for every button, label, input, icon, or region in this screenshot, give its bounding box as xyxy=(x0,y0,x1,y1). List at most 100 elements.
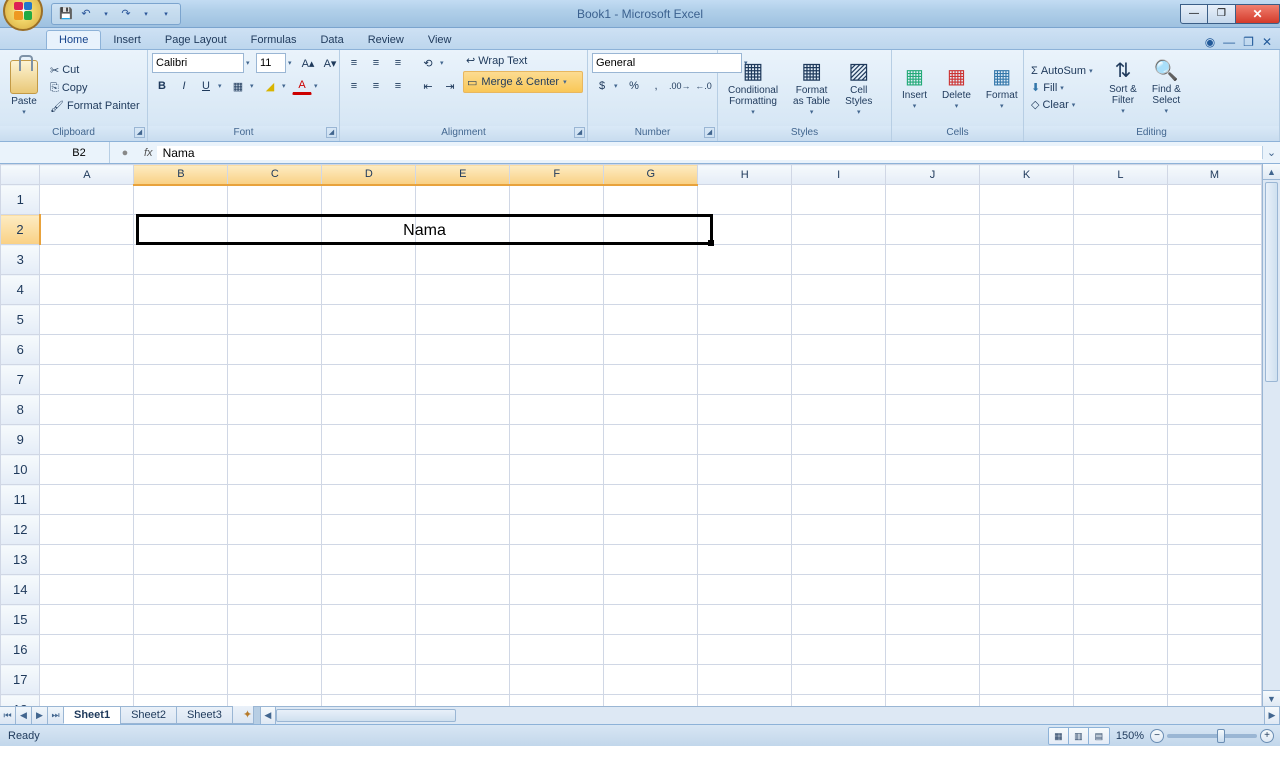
cell[interactable] xyxy=(698,695,792,707)
cell[interactable] xyxy=(698,425,792,455)
cell[interactable] xyxy=(980,575,1074,605)
sheet-tab-sheet3[interactable]: Sheet3 xyxy=(176,707,233,724)
cell[interactable] xyxy=(980,455,1074,485)
view-normal-button[interactable]: ▦ xyxy=(1049,728,1069,744)
number-dialog-icon[interactable]: ◢ xyxy=(704,127,715,138)
cell[interactable] xyxy=(510,545,604,575)
horizontal-scrollbar[interactable]: ◀ ▶ xyxy=(260,707,1280,724)
row-header-13[interactable]: 13 xyxy=(1,545,40,575)
cell[interactable] xyxy=(40,695,134,707)
cell[interactable] xyxy=(1167,515,1261,545)
column-header-H[interactable]: H xyxy=(698,165,792,185)
format-as-table-button[interactable]: ▦Format as Table▾ xyxy=(787,53,836,123)
cell[interactable] xyxy=(792,665,886,695)
cell[interactable] xyxy=(134,215,228,245)
cell[interactable] xyxy=(40,245,134,275)
row-header-18[interactable]: 18 xyxy=(1,695,40,707)
cell[interactable] xyxy=(416,305,510,335)
cell[interactable] xyxy=(1073,275,1167,305)
cell[interactable] xyxy=(886,215,980,245)
cell[interactable] xyxy=(1167,635,1261,665)
cell[interactable] xyxy=(40,665,134,695)
cell[interactable] xyxy=(134,185,228,215)
cell[interactable] xyxy=(416,425,510,455)
row-header-17[interactable]: 17 xyxy=(1,665,40,695)
cell[interactable] xyxy=(886,635,980,665)
comma-button[interactable]: , xyxy=(646,76,666,96)
cell[interactable] xyxy=(40,365,134,395)
cell[interactable] xyxy=(1167,395,1261,425)
zoom-in-button[interactable]: + xyxy=(1260,729,1274,743)
fill-color-button[interactable]: ◢ xyxy=(260,76,280,96)
view-page-layout-button[interactable]: ▥ xyxy=(1069,728,1089,744)
cell[interactable] xyxy=(886,515,980,545)
cell[interactable] xyxy=(886,545,980,575)
cell[interactable] xyxy=(228,215,322,245)
cell[interactable] xyxy=(792,575,886,605)
cell[interactable] xyxy=(604,185,698,215)
sheet-tab-sheet1[interactable]: Sheet1 xyxy=(63,707,121,724)
column-header-J[interactable]: J xyxy=(886,165,980,185)
cell[interactable] xyxy=(40,605,134,635)
cell[interactable] xyxy=(1073,485,1167,515)
font-dialog-icon[interactable]: ◢ xyxy=(326,127,337,138)
decrease-indent-button[interactable]: ⇤ xyxy=(418,76,438,96)
row-header-5[interactable]: 5 xyxy=(1,305,40,335)
cell[interactable] xyxy=(1073,365,1167,395)
cell[interactable] xyxy=(1073,185,1167,215)
row-header-11[interactable]: 11 xyxy=(1,485,40,515)
cell[interactable] xyxy=(228,245,322,275)
cell[interactable] xyxy=(886,335,980,365)
align-right-button[interactable]: ≡ xyxy=(388,76,408,96)
cell[interactable] xyxy=(1167,455,1261,485)
save-icon[interactable]: 💾 xyxy=(58,6,74,22)
cell[interactable] xyxy=(1073,335,1167,365)
borders-dropdown[interactable]: ▾ xyxy=(250,82,258,90)
vscroll-thumb[interactable] xyxy=(1265,182,1278,382)
view-page-break-button[interactable]: ▤ xyxy=(1089,728,1109,744)
align-top-button[interactable]: ≡ xyxy=(344,53,364,73)
tab-insert[interactable]: Insert xyxy=(101,31,153,49)
inner-close-icon[interactable]: ✕ xyxy=(1262,35,1272,49)
align-bottom-button[interactable]: ≡ xyxy=(388,53,408,73)
fill-color-dropdown[interactable]: ▾ xyxy=(282,82,290,90)
cell[interactable] xyxy=(1073,635,1167,665)
bold-button[interactable]: B xyxy=(152,76,172,96)
cell[interactable] xyxy=(1167,425,1261,455)
underline-dropdown[interactable]: ▾ xyxy=(218,82,226,90)
cell[interactable] xyxy=(228,545,322,575)
cell[interactable] xyxy=(416,665,510,695)
cell[interactable] xyxy=(792,695,886,707)
cell[interactable] xyxy=(1073,455,1167,485)
cell[interactable] xyxy=(510,665,604,695)
cell[interactable] xyxy=(40,635,134,665)
cell[interactable] xyxy=(1073,215,1167,245)
tab-view[interactable]: View xyxy=(416,31,464,49)
column-header-D[interactable]: D xyxy=(322,165,416,185)
cell[interactable] xyxy=(510,575,604,605)
cell[interactable] xyxy=(416,215,510,245)
cell[interactable] xyxy=(228,305,322,335)
cell[interactable] xyxy=(698,335,792,365)
cell[interactable] xyxy=(40,545,134,575)
cell[interactable] xyxy=(228,335,322,365)
cell[interactable] xyxy=(1167,305,1261,335)
insert-cells-button[interactable]: ▦Insert▾ xyxy=(896,53,933,123)
cell[interactable] xyxy=(228,665,322,695)
format-painter-button[interactable]: 🖌Format Painter xyxy=(47,99,143,114)
zoom-level[interactable]: 150% xyxy=(1116,730,1144,742)
cell[interactable] xyxy=(604,575,698,605)
cell[interactable] xyxy=(980,215,1074,245)
cell[interactable] xyxy=(322,695,416,707)
cell[interactable] xyxy=(40,455,134,485)
cell[interactable] xyxy=(134,545,228,575)
cell[interactable] xyxy=(604,665,698,695)
tab-review[interactable]: Review xyxy=(356,31,416,49)
cell[interactable] xyxy=(698,665,792,695)
cell[interactable] xyxy=(1167,665,1261,695)
cell[interactable] xyxy=(510,245,604,275)
cell[interactable] xyxy=(604,485,698,515)
cell[interactable] xyxy=(416,485,510,515)
cell[interactable] xyxy=(322,275,416,305)
cell[interactable] xyxy=(134,245,228,275)
